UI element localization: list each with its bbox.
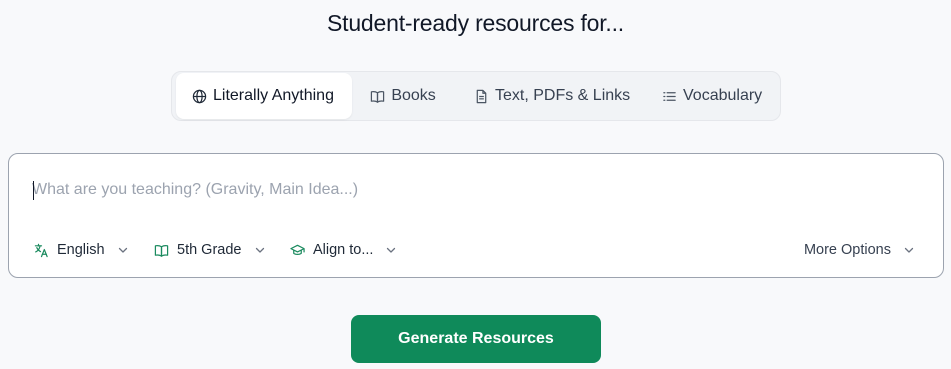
tab-label: Books xyxy=(391,87,436,104)
more-options-label: More Options xyxy=(803,242,891,258)
book-open-icon xyxy=(154,244,169,257)
language-label: English xyxy=(57,242,105,258)
graduation-cap-icon xyxy=(290,244,305,255)
grade-label: 5th Grade xyxy=(177,242,242,258)
text-caret xyxy=(33,181,34,200)
tab-label: Vocabulary xyxy=(683,87,763,104)
globe-icon xyxy=(192,89,207,103)
translate-icon xyxy=(34,243,48,257)
tab-literally-anything[interactable]: Literally Anything xyxy=(176,73,353,119)
list-icon xyxy=(663,91,676,101)
chevron-down-icon xyxy=(255,247,264,253)
chevron-down-icon xyxy=(904,247,914,253)
align-label: Align to... xyxy=(313,242,374,258)
document-icon xyxy=(476,89,487,103)
page-title: Student-ready resources for... xyxy=(327,10,624,36)
align-standards-select[interactable]: Align to... xyxy=(290,242,397,258)
resource-type-tabs: Literally Anything Books Text, PDFs & Li… xyxy=(171,71,781,121)
language-select[interactable]: English xyxy=(34,242,129,258)
tab-label: Literally Anything xyxy=(213,87,334,104)
tab-vocabulary[interactable]: Vocabulary xyxy=(642,73,776,119)
tab-books[interactable]: Books xyxy=(354,73,452,119)
chevron-down-icon xyxy=(118,247,127,253)
book-open-icon xyxy=(371,90,385,103)
more-options-button[interactable]: More Options xyxy=(804,242,915,258)
grade-select[interactable]: 5th Grade xyxy=(154,242,266,258)
chevron-down-icon xyxy=(387,247,396,253)
prompt-panel: English 5th Grade Align to... More Optio… xyxy=(8,153,944,278)
prompt-input[interactable] xyxy=(32,174,912,206)
generate-resources-button[interactable]: Generate Resources xyxy=(351,315,601,363)
tab-text-pdfs-links[interactable]: Text, PDFs & Links xyxy=(454,73,642,119)
tab-label: Text, PDFs & Links xyxy=(495,87,631,104)
